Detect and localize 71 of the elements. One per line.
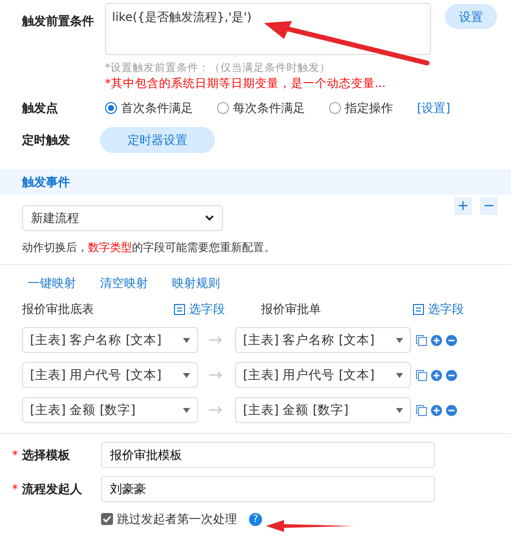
radio-button[interactable] [105, 102, 117, 114]
text-field[interactable]: 报价审批模板 [101, 442, 435, 468]
required-asterisk: * [12, 447, 18, 464]
help-icon[interactable]: ? [249, 512, 262, 526]
select-value: [主表] 金额 [数字] [243, 400, 348, 419]
select-value: 新建流程 [31, 210, 79, 227]
mapping-link[interactable]: 一键映射 [28, 274, 76, 292]
section-title: 触发事件 [22, 174, 70, 191]
field-label: 选择模板 [22, 447, 70, 464]
mapping-link[interactable]: 映射规则 [172, 274, 220, 292]
note-text: 动作切换后，数字类型的字段可能需要您重新配置。 [21, 240, 276, 256]
field-label: 触发前置条件 [22, 13, 95, 30]
settings-link[interactable]: [设置] [417, 98, 450, 117]
field-label: 定时触发 [22, 132, 71, 149]
caret-icon [396, 408, 403, 413]
field-select[interactable]: [主表] 用户代号 [文本] [22, 362, 198, 388]
check-icon [101, 513, 113, 526]
column-title: 报价审批底表 [22, 301, 95, 318]
text-field[interactable]: 刘豪豪 [101, 476, 435, 502]
minus-circle-icon [446, 404, 457, 416]
checkbox-label: 跳过发起者第一次处理 [117, 511, 237, 528]
condition-field[interactable]: like({是否触发流程},'是') [105, 3, 431, 55]
field-select[interactable]: [主表] 金额 [数字] [235, 397, 411, 424]
field-select[interactable]: [主表] 金额 [数字] [22, 397, 198, 424]
arrow-icon [209, 371, 224, 380]
radio-label: 指定操作 [345, 100, 393, 117]
copy-icon [416, 370, 427, 381]
minus-circle-icon [446, 370, 457, 381]
plus-circle-icon [431, 334, 442, 346]
arrow-icon [209, 336, 224, 344]
plus-circle-icon [431, 404, 442, 416]
column-title: 报价审批单 [261, 301, 322, 318]
caret-icon [396, 372, 403, 378]
select-value: [主表] 用户代号 [文本] [30, 366, 162, 384]
hint-text: *设置触发前置条件：（仅当满足条件时触发） [105, 62, 332, 76]
add-button[interactable]: + [454, 196, 472, 215]
minus-circle-icon [446, 334, 457, 346]
select-value: [主表] 用户代号 [文本] [243, 366, 374, 384]
field-select[interactable]: [主表] 客户名称 [文本] [22, 327, 198, 354]
radio-button[interactable] [217, 102, 229, 114]
copy-icon [416, 334, 427, 346]
caret-icon [183, 338, 190, 343]
field-label: 触发点 [22, 100, 59, 117]
required-asterisk: * [12, 481, 18, 498]
arrow-icon [209, 406, 224, 414]
caret-icon [183, 372, 190, 378]
pick-field-link[interactable]: 选字段 [413, 300, 464, 318]
mapping-link[interactable]: 清空映射 [100, 274, 148, 292]
caret-icon [183, 408, 190, 413]
field-icon [174, 304, 185, 315]
field-select[interactable]: [主表] 用户代号 [文本] [235, 362, 411, 388]
field-select[interactable]: [主表] 客户名称 [文本] [235, 327, 411, 354]
caret-icon [396, 338, 403, 343]
warning-text: *其中包含的系统日期等日期变量，是一个动态变量... [105, 76, 387, 91]
plus-circle-icon [431, 370, 442, 381]
checkbox[interactable] [101, 513, 113, 526]
action-select[interactable]: 新建流程 [22, 204, 223, 231]
field-icon [413, 304, 424, 315]
chevron-icon [205, 214, 214, 221]
field-label: 流程发起人 [22, 481, 82, 498]
remove-button[interactable]: − [480, 196, 498, 215]
copy-icon [416, 404, 427, 416]
radio-label: 首次条件满足 [121, 100, 193, 117]
pick-field-link[interactable]: 选字段 [174, 300, 225, 318]
select-value: [主表] 金额 [数字] [30, 400, 136, 419]
settings-button[interactable]: 设置 [445, 4, 497, 29]
select-value: [主表] 客户名称 [文本] [30, 330, 162, 349]
select-value: [主表] 客户名称 [文本] [243, 330, 374, 349]
radio-button[interactable] [329, 102, 341, 114]
timer-button[interactable]: 定时器设置 [100, 126, 215, 153]
radio-label: 每次条件满足 [233, 100, 305, 117]
